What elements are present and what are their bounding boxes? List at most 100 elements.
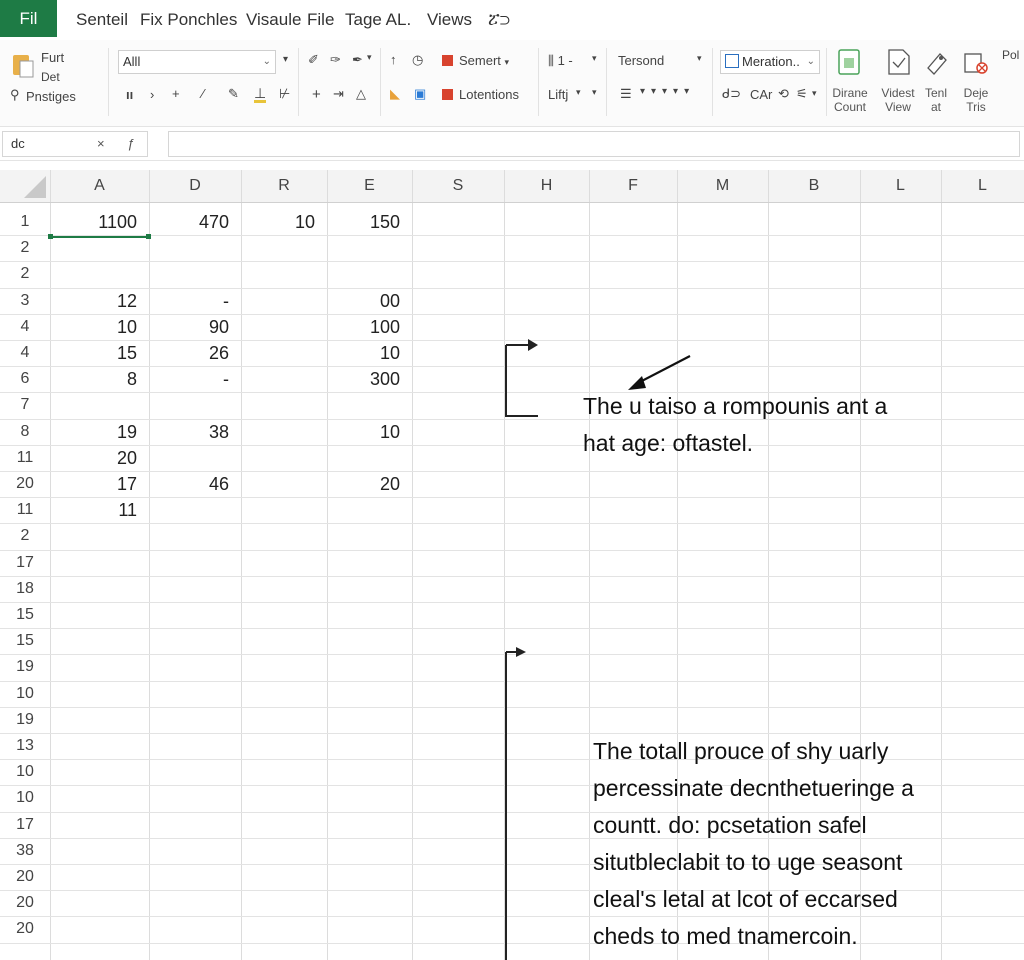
cancel-icon[interactable]: × [97, 132, 105, 156]
row-header[interactable]: 11 [0, 501, 50, 519]
column-header[interactable]: A [50, 170, 149, 202]
cell-a[interactable]: 20 [57, 448, 137, 469]
align-icon[interactable]: ☰ [620, 86, 632, 102]
row-header[interactable]: 20 [0, 475, 50, 493]
cell-a[interactable]: 17 [57, 474, 137, 495]
row-header[interactable]: 38 [0, 842, 50, 860]
copy-label[interactable]: Det [41, 70, 60, 84]
row-header[interactable]: 17 [0, 816, 50, 834]
chevron-down-icon[interactable]: ▾ [576, 87, 581, 98]
arrow-right-icon[interactable]: › [150, 87, 154, 102]
cell-a[interactable]: 8 [57, 369, 137, 390]
select-all-corner[interactable] [20, 174, 48, 200]
italic-icon[interactable]: ⁄ [202, 86, 204, 101]
row-header[interactable]: 15 [0, 606, 50, 624]
style-combo[interactable]: Tersond [618, 53, 664, 68]
highlight-icon[interactable]: ◣ [390, 86, 400, 102]
row-header[interactable]: 18 [0, 580, 50, 598]
underline-icon[interactable]: ⊥ [254, 86, 267, 103]
cell-d[interactable]: 470 [149, 212, 229, 233]
view-button-icon[interactable] [886, 48, 912, 78]
row-header[interactable]: 10 [0, 685, 50, 703]
name-box[interactable]: dc × ƒ [2, 131, 148, 157]
row-header[interactable]: 20 [0, 894, 50, 912]
paste-icon[interactable] [12, 52, 34, 78]
cell-r[interactable]: 10 [235, 212, 315, 233]
menu-senteil[interactable]: Senteil [76, 10, 128, 30]
menu-fix-ponchles[interactable]: Fix Ponchles [140, 10, 237, 30]
column-header[interactable]: E [327, 170, 412, 202]
row-header[interactable]: 3 [0, 292, 50, 310]
number-format-bottom[interactable]: Liftj [548, 87, 568, 102]
pen-icon[interactable]: ✐ [308, 52, 319, 68]
cell-e[interactable]: 20 [320, 474, 400, 495]
cell-d[interactable]: 26 [149, 343, 229, 364]
cell-a[interactable]: 19 [57, 422, 137, 443]
cell-d[interactable]: 46 [149, 474, 229, 495]
plus-icon[interactable]: + [312, 86, 321, 103]
menu-extra[interactable]: ፘ⊃ [488, 10, 510, 30]
pen-icon[interactable]: ✒ [352, 52, 363, 68]
column-header[interactable]: F [589, 170, 677, 202]
cell-e[interactable]: 100 [320, 317, 400, 338]
row-header[interactable]: 15 [0, 632, 50, 650]
cell-e[interactable]: 150 [320, 212, 400, 233]
cell-e[interactable]: 10 [320, 422, 400, 443]
cell-a[interactable]: 10 [57, 317, 137, 338]
chevron-down-icon[interactable]: ▾ [812, 88, 817, 99]
cell-a[interactable]: 1100 [57, 212, 137, 233]
formula-input[interactable] [168, 131, 1020, 157]
filter-icon[interactable]: ⚟ [796, 86, 808, 102]
indent-icon[interactable]: ⇥ [333, 86, 344, 102]
cell-e[interactable]: 00 [320, 291, 400, 312]
delete-icon[interactable] [962, 48, 990, 78]
row-header[interactable]: 4 [0, 318, 50, 336]
cell-d[interactable]: - [149, 291, 229, 312]
delete-button-label[interactable]: Deje Tris [954, 86, 998, 114]
cell-d[interactable]: 90 [149, 317, 229, 338]
row-header[interactable]: 20 [0, 868, 50, 886]
arrow-up-icon[interactable]: ↑ [390, 52, 397, 67]
plus-icon[interactable]: + [172, 86, 180, 101]
row-header[interactable]: 17 [0, 554, 50, 572]
cell-a[interactable]: 11 [57, 500, 137, 521]
cell-a[interactable]: 12 [57, 291, 137, 312]
column-header[interactable]: S [412, 170, 504, 202]
row-header[interactable]: 19 [0, 711, 50, 729]
chevron-down-icon[interactable]: ▾ [283, 54, 288, 65]
brush-icon[interactable]: ✎ [228, 86, 239, 102]
row-header[interactable]: 6 [0, 370, 50, 388]
merge-combo[interactable]: Meration.. ⌄ [720, 50, 820, 74]
menu-file[interactable]: File [307, 10, 334, 30]
row-header[interactable]: 4 [0, 344, 50, 362]
cell-d[interactable]: - [149, 369, 229, 390]
column-header[interactable]: B [768, 170, 860, 202]
chevron-down-icon[interactable]: ▾ [592, 53, 597, 64]
file-tab[interactable]: Fil [0, 0, 57, 37]
column-header[interactable]: L [860, 170, 941, 202]
function-icon[interactable]: ƒ [127, 132, 134, 156]
row-header[interactable]: 19 [0, 658, 50, 676]
column-header[interactable]: M [677, 170, 768, 202]
count-button-icon[interactable] [837, 48, 863, 78]
row-header[interactable]: 2 [0, 265, 50, 283]
font-combo[interactable]: Alll ⌄ [118, 50, 276, 74]
merge-row2-label[interactable]: CAr [750, 87, 772, 102]
chevron-down-icon[interactable]: ▾ [367, 52, 372, 63]
row-header[interactable]: 2 [0, 527, 50, 545]
fill-handle[interactable] [48, 234, 53, 239]
font-color-icon[interactable]: ⊬ [279, 86, 290, 102]
style-options-icon[interactable]: ▾▾▾▾▾ [640, 86, 695, 97]
sort-icon[interactable]: ⟲ [778, 86, 789, 102]
row-header[interactable]: 10 [0, 789, 50, 807]
count-button-label[interactable]: Dirane Count [828, 86, 872, 114]
row-header[interactable]: 7 [0, 396, 50, 414]
insert-button[interactable]: Semert ▾ [442, 53, 509, 68]
tag-button-label[interactable]: Tenl at [914, 86, 958, 114]
menu-views[interactable]: Views [427, 10, 472, 30]
fill-handle[interactable] [146, 234, 151, 239]
cell-e[interactable]: 10 [320, 343, 400, 364]
row-header[interactable]: 1 [0, 213, 50, 231]
row-header[interactable]: 8 [0, 423, 50, 441]
far-right-label[interactable]: Pol [1002, 48, 1019, 62]
